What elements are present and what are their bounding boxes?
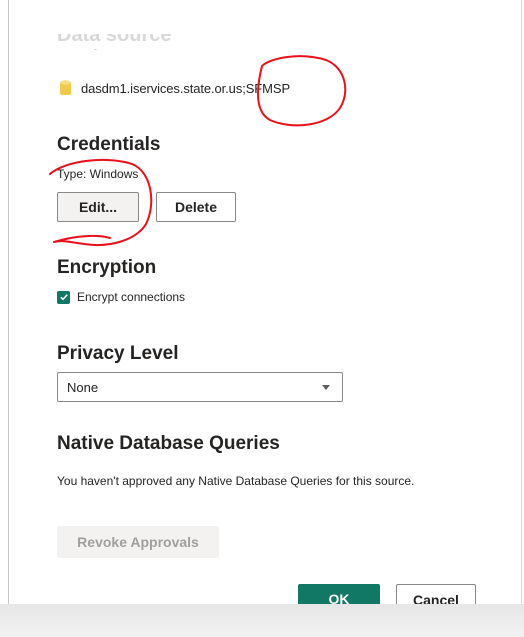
dialog-heading-cut: Data source settings: [57, 34, 247, 50]
dialog-right-edge: [521, 0, 522, 604]
native-queries-title: Native Database Queries: [57, 433, 280, 454]
ok-button[interactable]: OK: [298, 584, 380, 604]
credentials-title: Credentials: [57, 134, 161, 155]
chevron-down-icon: [322, 384, 330, 390]
privacy-level-value: None: [67, 379, 99, 395]
dialog-bottom-border: [0, 604, 524, 637]
encrypt-connections-label: Encrypt connections: [77, 290, 186, 304]
encrypt-connections-checkbox[interactable]: [57, 290, 70, 304]
data-source-settings-dialog: Data source settings dasdm1.iservices.st…: [0, 0, 524, 637]
privacy-level-dropdown[interactable]: None: [57, 372, 343, 402]
cancel-button[interactable]: Cancel: [396, 584, 476, 604]
delete-credentials-button[interactable]: Delete: [156, 192, 236, 222]
edit-credentials-button[interactable]: Edit...: [57, 192, 139, 222]
encrypt-connections-row[interactable]: Encrypt connections: [57, 290, 185, 304]
data-source-name: dasdm1.iservices.state.or.us;SFMSP: [81, 80, 291, 96]
privacy-level-title: Privacy Level: [57, 343, 179, 364]
native-queries-description: You haven't approved any Native Database…: [57, 474, 415, 488]
dialog-left-edge: [8, 0, 9, 604]
database-icon: [60, 80, 71, 95]
dialog-footer: OK Cancel: [290, 584, 490, 604]
checkmark-icon: [59, 294, 68, 301]
credential-type-label: Type: Windows: [57, 167, 139, 181]
encryption-title: Encryption: [57, 257, 157, 278]
revoke-approvals-button: Revoke Approvals: [57, 526, 219, 558]
data-source-row: dasdm1.iservices.state.or.us;SFMSP: [60, 80, 290, 96]
dialog-heading-text: Data source settings: [57, 34, 172, 50]
